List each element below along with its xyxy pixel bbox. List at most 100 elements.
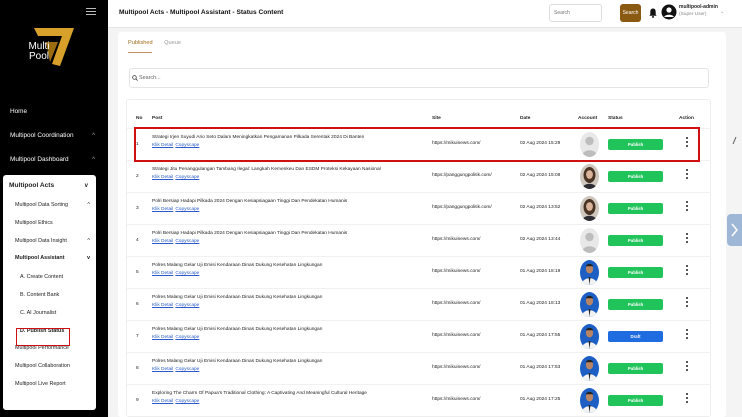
swap-icon: [731, 223, 738, 237]
copyscape-link[interactable]: Copyscape: [175, 207, 199, 212]
tab-published[interactable]: Published: [128, 40, 153, 46]
post-site: https://mikuinews.com/: [432, 397, 481, 402]
sidebar-item-label: Home: [10, 108, 28, 115]
post-site: https://mikuinews.com/: [432, 237, 481, 242]
table-row: 8 Polres Malang Gelar Uji Emisi Kendaraan…: [127, 352, 710, 384]
logo-text-pool: Pool: [28, 51, 49, 62]
more-options-icon[interactable]: [685, 297, 689, 311]
sidebar-item-data-insight[interactable]: Multipool Data Insight ^: [3, 233, 96, 251]
column-header-post: Post: [152, 116, 163, 121]
chevron-up-icon: ^: [87, 202, 90, 208]
sidebar-item-live-report[interactable]: Multipool Live Report: [3, 376, 96, 394]
chevron-down-icon[interactable]: ⌄: [720, 9, 724, 15]
post-title: Polres Malang Gelar Uji Emisi Kendaraan …: [152, 295, 323, 300]
acts-submenu: Multipool Acts v Multipool Data Sorting ^ …: [3, 175, 96, 410]
copyscape-link[interactable]: Copyscape: [175, 399, 199, 404]
user-name[interactable]: multipool-admin: [679, 4, 718, 10]
more-options-icon[interactable]: [685, 169, 689, 183]
copyscape-link[interactable]: Copyscape: [175, 367, 199, 372]
table-row: 5 Polres Malang Gelar Uji Emisi Kendaraan…: [127, 256, 710, 288]
user-avatar-icon[interactable]: [661, 4, 677, 20]
status-badge[interactable]: Publish: [608, 395, 663, 406]
copyscape-link[interactable]: Copyscape: [175, 335, 199, 340]
sidebar-item-create-content[interactable]: A. Create Content: [3, 268, 96, 286]
post-title: Polres Malang Gelar Uji Emisi Kendaraan …: [152, 327, 323, 332]
header-search-button[interactable]: Search: [620, 4, 641, 22]
post-site: https://mikuinews.com/: [432, 333, 481, 338]
more-options-icon[interactable]: [685, 233, 689, 247]
more-options-icon[interactable]: [685, 329, 689, 343]
copyscape-link[interactable]: Copyscape: [175, 303, 199, 308]
column-header-date: Date: [520, 116, 531, 121]
sidebar-item-ai-journalist[interactable]: C. AI Journalist: [3, 304, 96, 322]
floating-side-widget[interactable]: [727, 214, 742, 246]
bell-icon[interactable]: [649, 8, 657, 18]
post-site: https://mikuinews.com/: [432, 301, 481, 306]
copyscape-link[interactable]: Copyscape: [175, 175, 199, 180]
sidebar-item-dashboard[interactable]: Multipool Dashboard ^: [0, 148, 108, 172]
post-date: 01 Aug 2024 17:25: [520, 397, 561, 402]
post-title: Polres Malang Gelar Uji Emisi Kendaraan …: [152, 359, 323, 364]
sidebar-item-coordination[interactable]: Multipool Coordination ^: [0, 124, 108, 148]
status-badge[interactable]: Publish: [608, 363, 663, 374]
post-title: Polres Malang Gelar Uji Emisi Kendaraan …: [152, 263, 323, 268]
account-avatar: [580, 228, 599, 253]
post-date: 01 Aug 2024 18:19: [520, 269, 561, 274]
more-options-icon[interactable]: [685, 201, 689, 215]
multipool-logo: Multi Pool: [20, 22, 80, 77]
post-site: https://mikuinews.com/: [432, 269, 481, 274]
account-avatar: [580, 324, 599, 349]
post-search-input[interactable]: Search...: [129, 68, 709, 88]
sidebar-item-label: Multipool Acts: [9, 182, 55, 189]
chevron-down-icon: v: [86, 255, 90, 262]
chevron-up-icon: ^: [92, 157, 95, 163]
hamburger-icon[interactable]: [86, 8, 96, 16]
detail-link[interactable]: Klik Detail: [152, 239, 173, 244]
top-header: Multipool Acts - Multipool Assistant - S…: [108, 0, 742, 28]
sidebar-item-home[interactable]: Home: [0, 100, 108, 124]
detail-link[interactable]: Klik Detail: [152, 367, 173, 372]
account-avatar: [580, 196, 599, 221]
detail-link[interactable]: Klik Detail: [152, 207, 173, 212]
status-badge[interactable]: Draft: [608, 331, 663, 342]
detail-link[interactable]: Klik Detail: [152, 175, 173, 180]
account-avatar: [580, 388, 599, 413]
detail-link[interactable]: Klik Detail: [152, 271, 173, 276]
sidebar-item-collaboration[interactable]: Multipool Collaboration: [3, 358, 96, 376]
copyscape-link[interactable]: Copyscape: [175, 271, 199, 276]
tab-queue[interactable]: Queue: [164, 40, 181, 46]
more-options-icon[interactable]: [685, 265, 689, 279]
status-badge[interactable]: Publish: [608, 235, 663, 246]
detail-link[interactable]: Klik Detail: [152, 335, 173, 340]
copyscape-link[interactable]: Copyscape: [175, 239, 199, 244]
row-number: 3: [136, 206, 139, 211]
column-header-no: No: [136, 116, 143, 121]
user-role: (Super User): [679, 12, 707, 17]
sidebar-item-content-bank[interactable]: B. Content Bank: [3, 286, 96, 304]
publish-status-highlight: [16, 328, 70, 346]
post-date: 02 Aug 2024 15:08: [520, 173, 561, 178]
status-badge[interactable]: Publish: [608, 267, 663, 278]
post-title: Polri Bersiap Hadapi Pilkada 2024 Dengan…: [152, 231, 348, 236]
sidebar: Multi Pool Home Multipool Coordination ^ …: [0, 0, 108, 417]
status-badge[interactable]: Publish: [608, 299, 663, 310]
status-table: No Post Site Date Account Status Action …: [126, 99, 711, 417]
more-options-icon[interactable]: [685, 361, 689, 375]
detail-link[interactable]: Klik Detail: [152, 399, 173, 404]
chevron-down-icon: v: [84, 183, 88, 189]
sidebar-item-ethics[interactable]: Multipool Ethics: [3, 215, 96, 233]
detail-link[interactable]: Klik Detail: [152, 303, 173, 308]
row-number: 2: [136, 174, 139, 179]
post-date: 02 Aug 2024 13:44: [520, 237, 561, 242]
page-title: Multipool Acts - Multipool Assistant - S…: [119, 9, 284, 16]
status-badge[interactable]: Publish: [608, 203, 663, 214]
status-badge[interactable]: Publish: [608, 171, 663, 182]
search-icon: [132, 74, 138, 81]
table-row: 3 Polri Bersiap Hadapi Pilkada 2024 Denga…: [127, 192, 710, 224]
sidebar-item-data-sorting[interactable]: Multipool Data Sorting ^: [3, 197, 96, 215]
side-tab-icon[interactable]: [727, 120, 742, 160]
header-search-input[interactable]: [549, 4, 602, 22]
more-options-icon[interactable]: [685, 393, 689, 407]
sidebar-item-acts[interactable]: Multipool Acts v: [3, 175, 96, 197]
sidebar-item-assistant[interactable]: Multipool Assistant v: [3, 250, 96, 268]
